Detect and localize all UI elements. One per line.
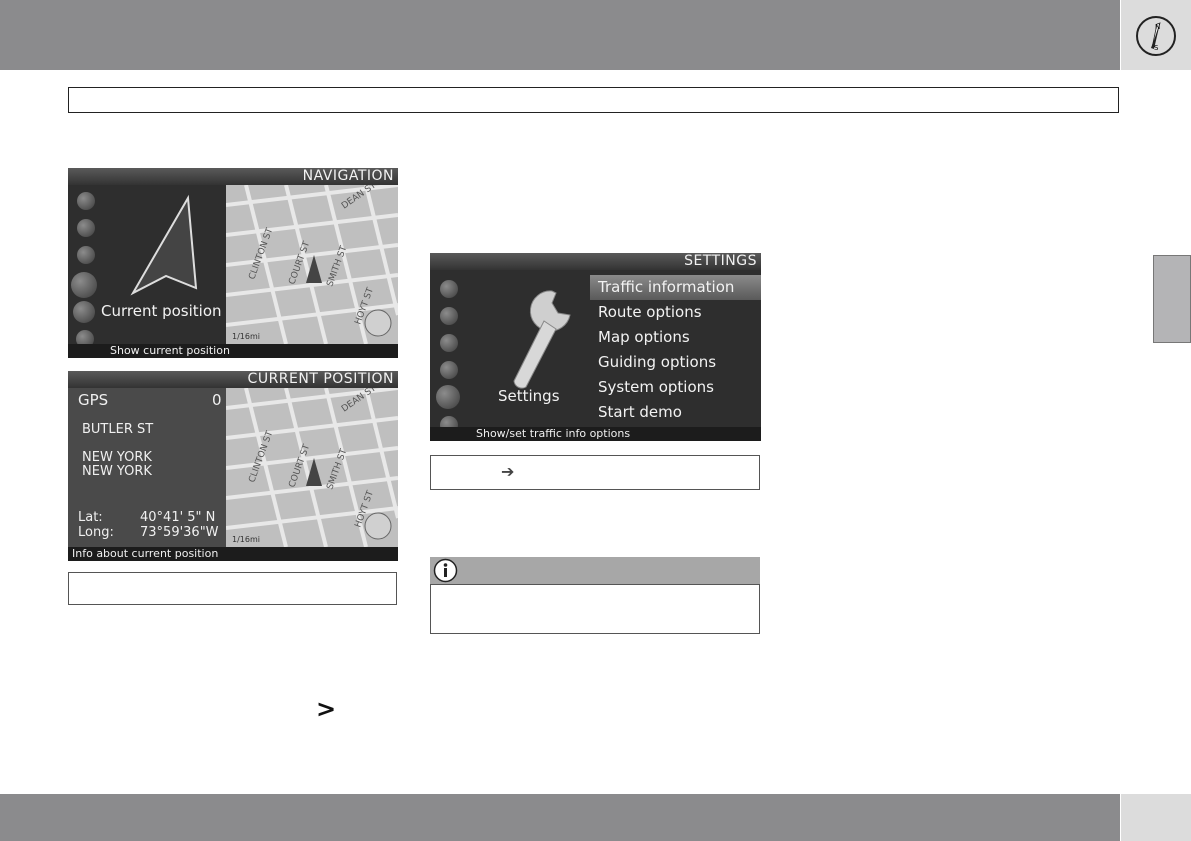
settings-screen: SETTINGS Settings Traffic information Ro… — [430, 253, 761, 441]
wrench-icon — [513, 290, 571, 389]
menu-item-start-demo[interactable]: Start demo — [590, 400, 761, 425]
street-name: BUTLER ST — [82, 422, 154, 437]
note-header — [430, 557, 760, 584]
status-text: Info about current position — [72, 547, 219, 560]
arrow-icon: ➔ — [501, 462, 515, 481]
status-bar: Show/set traffic info options — [430, 427, 761, 441]
compass-s: S — [1154, 44, 1159, 52]
compass-icon: N S — [1136, 16, 1176, 56]
lat-label: Lat: — [78, 510, 103, 525]
chapter-title-bar — [68, 87, 1119, 113]
state-name: NEW YORK — [82, 464, 152, 479]
settings-label: Settings — [498, 387, 560, 405]
menu-path-box: ➔ — [430, 455, 760, 490]
destination-icon[interactable] — [440, 280, 458, 298]
status-bar: Info about current position — [68, 547, 398, 561]
settings-icon[interactable] — [436, 385, 460, 409]
city-name: NEW YORK — [82, 450, 152, 465]
status-text: Show/set traffic info options — [476, 427, 631, 440]
gps-label: GPS — [78, 391, 109, 409]
header-band — [0, 0, 1120, 70]
navigation-screen: NAVIGATION Current position CLINTON ST C… — [68, 168, 398, 358]
poi-icon[interactable] — [77, 219, 95, 237]
continued-chevron-icon: > — [316, 695, 337, 723]
footer-corner — [1121, 794, 1191, 841]
poi-icon[interactable] — [440, 307, 458, 325]
menu-item-system-options[interactable]: System options — [590, 375, 761, 400]
destination-icon[interactable] — [77, 192, 95, 210]
street-map[interactable]: CLINTON ST COURT ST SMITH ST HOYT ST DEA… — [226, 185, 398, 344]
current-position-icon[interactable] — [440, 361, 458, 379]
info-icon — [433, 558, 458, 583]
lat-value: 40°41' 5" N — [140, 510, 216, 525]
screen-title: CURRENT POSITION — [68, 371, 398, 388]
map-scale: 1/16mi — [232, 332, 260, 341]
long-label: Long: — [78, 525, 114, 540]
menu-item-traffic-information[interactable]: Traffic information — [590, 275, 761, 300]
screen-title: NAVIGATION — [68, 168, 398, 185]
current-position-label: Current position — [101, 302, 222, 320]
map-scale: 1/16mi — [232, 535, 260, 544]
chapter-side-tab[interactable] — [1153, 255, 1191, 343]
status-text: Show current position — [110, 344, 230, 357]
status-bar: Show current position — [68, 344, 398, 358]
long-value: 73°59'36"W — [140, 525, 219, 540]
settings-icon[interactable] — [73, 301, 95, 323]
screen-title: SETTINGS — [430, 253, 761, 270]
current-position-screen: CURRENT POSITION GPS 0 BUTLER ST NEW YOR… — [68, 371, 398, 561]
gps-value: 0 — [212, 391, 222, 409]
compass-n: N — [1155, 23, 1160, 31]
caption-box — [68, 572, 397, 605]
menu-item-guiding-options[interactable]: Guiding options — [590, 350, 761, 375]
itinerary-icon[interactable] — [440, 334, 458, 352]
footer-band — [0, 794, 1120, 841]
note-body — [430, 584, 760, 634]
itinerary-icon[interactable] — [77, 246, 95, 264]
street-map[interactable]: CLINTON ST COURT ST SMITH ST HOYT ST DEA… — [226, 388, 398, 547]
menu-item-route-options[interactable]: Route options — [590, 300, 761, 325]
position-arrow-icon — [130, 194, 198, 296]
settings-menu: Traffic information Route options Map op… — [590, 275, 761, 427]
current-position-icon[interactable] — [71, 272, 97, 298]
menu-item-map-options[interactable]: Map options — [590, 325, 761, 350]
